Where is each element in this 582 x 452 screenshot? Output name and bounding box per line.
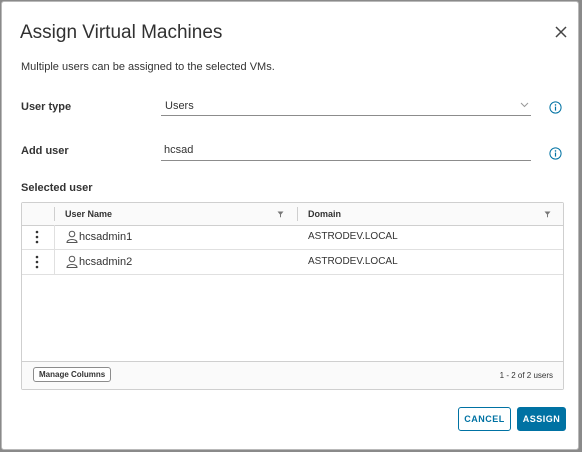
- add-user-label: Add user: [21, 145, 69, 157]
- pagination-text: 1 - 2 of 2 users: [499, 371, 553, 380]
- user-type-value: Users: [165, 100, 194, 112]
- dialog-subtitle: Multiple users can be assigned to the se…: [21, 61, 275, 73]
- assign-button[interactable]: ASSIGN: [517, 407, 566, 431]
- column-divider[interactable]: [297, 207, 298, 221]
- kebab-icon[interactable]: [35, 230, 39, 244]
- row-divider: [54, 225, 55, 249]
- user-type-label: User type: [21, 101, 72, 113]
- column-header-domain[interactable]: Domain: [308, 209, 341, 219]
- filter-icon[interactable]: [277, 211, 284, 218]
- info-icon[interactable]: [549, 147, 562, 160]
- user-name-cell: hcsadmin2: [79, 256, 133, 268]
- grid-footer: Manage Columns 1 - 2 of 2 users: [22, 361, 563, 389]
- column-divider: [54, 207, 55, 221]
- domain-cell: ASTRODEV.LOCAL: [308, 231, 398, 242]
- row-divider: [54, 250, 55, 274]
- selected-users-grid: User Name Domain hcsadmin1 ASTRODEV.LOCA…: [21, 202, 564, 390]
- close-icon[interactable]: [553, 24, 569, 40]
- user-type-select[interactable]: Users: [161, 97, 531, 116]
- manage-columns-button[interactable]: Manage Columns: [33, 367, 112, 382]
- user-icon: [66, 230, 78, 243]
- dialog-title: Assign Virtual Machines: [20, 22, 223, 43]
- user-name-cell: hcsadmin1: [79, 231, 133, 243]
- chevron-down-icon: [520, 102, 529, 108]
- add-user-input[interactable]: [164, 144, 524, 156]
- filter-icon[interactable]: [544, 211, 551, 218]
- user-icon: [66, 255, 78, 268]
- table-row[interactable]: hcsadmin1 ASTRODEV.LOCAL: [22, 225, 563, 250]
- selected-user-label: Selected user: [21, 182, 93, 194]
- assign-vm-dialog: Assign Virtual Machines Multiple users c…: [1, 1, 579, 450]
- table-row[interactable]: hcsadmin2 ASTRODEV.LOCAL: [22, 250, 563, 275]
- info-icon[interactable]: [549, 101, 562, 114]
- cancel-button[interactable]: CANCEL: [458, 407, 511, 431]
- add-user-field[interactable]: [161, 142, 531, 161]
- grid-header: User Name Domain: [22, 203, 563, 226]
- column-header-user-name[interactable]: User Name: [65, 209, 112, 219]
- domain-cell: ASTRODEV.LOCAL: [308, 256, 398, 267]
- kebab-icon[interactable]: [35, 255, 39, 269]
